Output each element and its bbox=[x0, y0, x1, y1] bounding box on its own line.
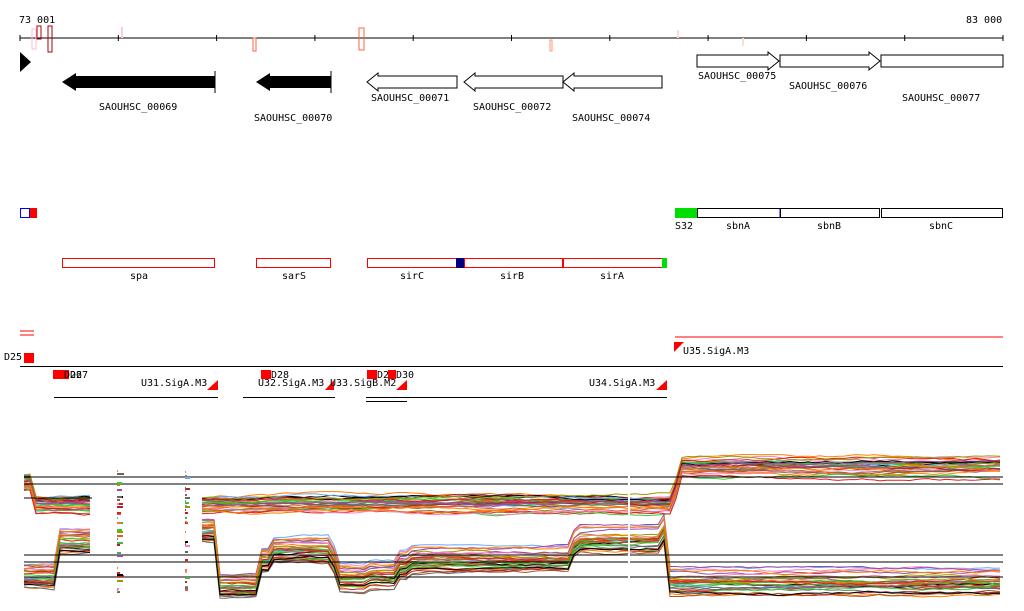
feature-label: spa bbox=[130, 271, 148, 282]
feature-s32[interactable] bbox=[675, 208, 697, 218]
marker bbox=[47, 25, 53, 53]
gene-label[interactable]: SAOUHSC_00072 bbox=[473, 102, 551, 113]
gene-arrow[interactable] bbox=[256, 73, 331, 91]
feature-label: sbnB bbox=[817, 221, 841, 232]
marker bbox=[31, 28, 37, 50]
gene-track: SAOUHSC_00069 SAOUHSC_00070 SAOUHSC_0007… bbox=[62, 50, 1004, 124]
feature-label: sbnA bbox=[726, 221, 750, 232]
gene-label[interactable]: SAOUHSC_00070 bbox=[254, 113, 332, 124]
feature-label: S32 bbox=[675, 221, 693, 232]
feature-sirb[interactable] bbox=[464, 258, 563, 268]
genome-browser: 73 001 83 000 SAOUHSC_00069 SAOUHSC_0007… bbox=[4, 15, 1004, 599]
gene-arrow[interactable] bbox=[62, 73, 215, 91]
expression-plot bbox=[23, 454, 1003, 599]
segment-label[interactable]: U35.SigA.M3 bbox=[683, 346, 749, 357]
segment-label[interactable]: D30 bbox=[396, 370, 414, 381]
feature-label: sirC bbox=[400, 271, 424, 282]
feature-sira[interactable] bbox=[563, 258, 663, 268]
strand-play-icon[interactable] bbox=[20, 52, 31, 72]
marker bbox=[121, 27, 123, 38]
marker bbox=[252, 37, 257, 52]
segment-track: D25 D26 D27 D28 D29 D30 U31.SigA.M3 U32.… bbox=[4, 330, 1003, 402]
feature-label: sirB bbox=[500, 271, 524, 282]
gene-label[interactable]: SAOUHSC_00071 bbox=[371, 93, 449, 104]
marker bbox=[677, 30, 679, 38]
feature-spa[interactable] bbox=[62, 258, 215, 268]
marker bbox=[358, 27, 365, 51]
segment-label[interactable]: D25 bbox=[4, 352, 22, 363]
segment-label[interactable]: U33.SigB.M2 bbox=[330, 378, 396, 389]
marker bbox=[36, 25, 42, 40]
gene-label[interactable]: SAOUHSC_00076 bbox=[789, 81, 867, 92]
gene-box[interactable] bbox=[880, 54, 1004, 68]
gene-label[interactable]: SAOUHSC_00069 bbox=[99, 102, 177, 113]
gene-arrow[interactable] bbox=[779, 50, 881, 72]
segment-label[interactable]: U32.SigA.M3 bbox=[258, 378, 324, 389]
feature-sbnc[interactable] bbox=[881, 208, 1003, 218]
gene-label[interactable]: SAOUHSC_00075 bbox=[698, 71, 776, 82]
marker bbox=[549, 39, 553, 52]
segment-label[interactable]: U34.SigA.M3 bbox=[589, 378, 655, 389]
gene-arrow[interactable] bbox=[696, 50, 780, 72]
feature-label: sarS bbox=[282, 271, 306, 282]
feature-sbna[interactable] bbox=[697, 208, 781, 218]
expression-trace bbox=[201, 524, 1001, 582]
axis-end-label: 83 000 bbox=[966, 15, 1002, 26]
segment-label[interactable]: U31.SigA.M3 bbox=[141, 378, 207, 389]
axis-start-label: 73 001 bbox=[19, 15, 55, 26]
gene-arrow[interactable] bbox=[366, 71, 458, 93]
gene-label[interactable]: SAOUHSC_00077 bbox=[902, 93, 980, 104]
annotation-track: S32 sbnA sbnB sbnC spa sarS sirC sirB si… bbox=[20, 208, 1003, 282]
gene-arrow[interactable] bbox=[463, 71, 564, 93]
gene-arrow[interactable] bbox=[562, 71, 663, 93]
feature-sars[interactable] bbox=[256, 258, 331, 268]
marker bbox=[742, 38, 744, 46]
feature-sirc[interactable] bbox=[367, 258, 464, 268]
gene-label[interactable]: SAOUHSC_00074 bbox=[572, 113, 650, 124]
feature-label: sirA bbox=[600, 271, 624, 282]
segment-label[interactable]: D27 bbox=[70, 370, 88, 381]
feature-label: sbnC bbox=[929, 221, 953, 232]
feature-sbnb[interactable] bbox=[780, 208, 880, 218]
